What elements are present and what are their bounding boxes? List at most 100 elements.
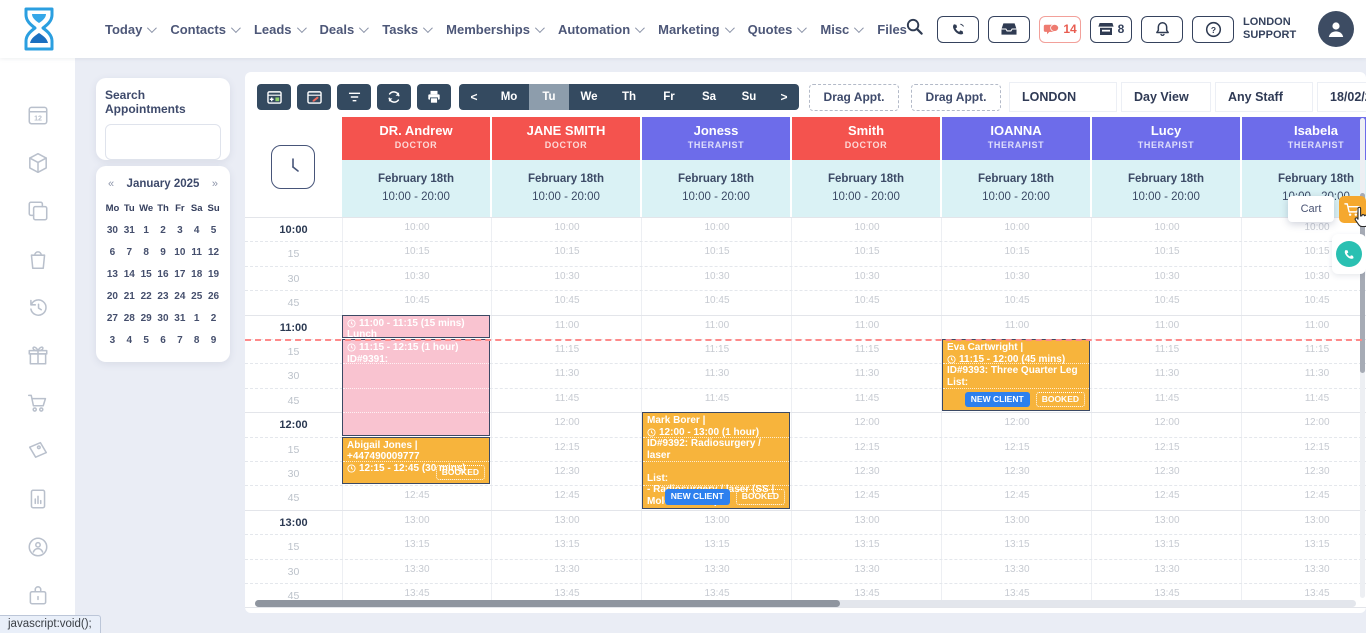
mini-calendar-day[interactable]: 22 [138, 286, 155, 308]
time-slot[interactable]: 13:30 [342, 564, 492, 575]
time-slot[interactable]: 11:30 [1242, 368, 1366, 379]
mini-calendar-day[interactable]: 12 [205, 242, 222, 264]
inbox-button[interactable] [988, 16, 1030, 43]
mini-calendar-day[interactable]: 19 [205, 264, 222, 286]
mini-calendar-day[interactable]: 14 [121, 264, 138, 286]
time-slot[interactable]: 12:45 [942, 490, 1092, 501]
mini-calendar-day[interactable]: 25 [188, 286, 205, 308]
time-slot[interactable]: 12:00 [1242, 417, 1366, 428]
nav-item-files[interactable]: Files [877, 22, 907, 37]
day-tab-mo[interactable]: Mo [489, 84, 529, 110]
mini-calendar-next[interactable]: » [212, 178, 218, 190]
mini-calendar-day[interactable]: 16 [155, 264, 172, 286]
mini-calendar-day[interactable]: 2 [205, 308, 222, 330]
nav-item-automation[interactable]: Automation [558, 22, 642, 37]
time-slot[interactable]: 13:30 [1092, 564, 1242, 575]
time-slot[interactable]: 13:00 [492, 515, 642, 526]
mini-calendar-day[interactable]: 28 [121, 308, 138, 330]
time-slot[interactable]: 12:30 [1092, 466, 1242, 477]
time-slot[interactable]: 10:15 [492, 246, 642, 257]
time-slot[interactable]: 13:00 [792, 515, 942, 526]
time-slot[interactable]: 13:30 [942, 564, 1092, 575]
time-slot[interactable]: 12:45 [342, 490, 492, 501]
time-slot[interactable]: 11:30 [492, 368, 642, 379]
time-slot[interactable]: 12:45 [792, 490, 942, 501]
time-slot[interactable]: 10:15 [942, 246, 1092, 257]
time-slot[interactable]: 10:45 [642, 295, 792, 306]
time-slot[interactable]: 13:30 [642, 564, 792, 575]
time-slot[interactable]: 13:45 [342, 588, 492, 599]
briefcase-lock-icon[interactable] [26, 583, 50, 607]
print-button[interactable] [417, 84, 451, 110]
time-slot[interactable]: 11:45 [642, 393, 792, 404]
time-slot[interactable]: 10:30 [1092, 271, 1242, 282]
staff-column-header[interactable]: IsabelaTHERAPIST [1242, 117, 1366, 160]
edit-calendar-button[interactable] [297, 84, 331, 110]
time-slot[interactable]: 13:15 [492, 539, 642, 550]
time-slot[interactable]: 13:15 [792, 539, 942, 550]
mini-calendar-day[interactable]: 8 [188, 330, 205, 352]
time-slot[interactable]: 10:45 [942, 295, 1092, 306]
phone-button[interactable] [937, 16, 979, 43]
staff-column-header[interactable]: JANE SMITHDOCTOR [492, 117, 640, 160]
call-button[interactable] [1336, 241, 1362, 267]
mini-calendar-day[interactable]: 6 [155, 330, 172, 352]
time-slot[interactable]: 10:45 [492, 295, 642, 306]
time-slot[interactable]: 12:45 [492, 490, 642, 501]
time-slot[interactable]: 11:15 [492, 344, 642, 355]
time-slot[interactable]: 12:30 [492, 466, 642, 477]
nav-item-tasks[interactable]: Tasks [382, 22, 430, 37]
mini-calendar-day[interactable]: 21 [121, 286, 138, 308]
mini-calendar-day[interactable]: 20 [104, 286, 121, 308]
time-slot[interactable]: 10:15 [1092, 246, 1242, 257]
mini-calendar-day[interactable]: 24 [171, 286, 188, 308]
nav-item-memberships[interactable]: Memberships [446, 22, 542, 37]
time-slot[interactable]: 12:30 [792, 466, 942, 477]
mini-calendar-day[interactable]: 27 [104, 308, 121, 330]
time-slot[interactable]: 10:30 [492, 271, 642, 282]
nav-item-today[interactable]: Today [105, 22, 154, 37]
cart-button[interactable] [1339, 196, 1366, 223]
time-slot[interactable]: 11:00 [1242, 320, 1366, 331]
search-appointments-input[interactable] [105, 124, 221, 160]
calendar-date-icon[interactable]: 12 [26, 103, 50, 127]
time-slot[interactable]: 12:15 [792, 442, 942, 453]
time-slot[interactable]: 10:30 [642, 271, 792, 282]
time-slot[interactable]: 13:45 [942, 588, 1092, 599]
time-slot[interactable]: 10:15 [792, 246, 942, 257]
time-slot[interactable]: 10:00 [642, 222, 792, 233]
time-slot[interactable]: 13:45 [1242, 588, 1366, 599]
staff-column-header[interactable]: JonessTHERAPIST [642, 117, 790, 160]
refresh-button[interactable] [377, 84, 411, 110]
tags-icon[interactable] [26, 439, 50, 463]
nav-item-misc[interactable]: Misc [820, 22, 861, 37]
time-slot[interactable]: 11:15 [1242, 344, 1366, 355]
day-tab-sa[interactable]: Sa [689, 84, 729, 110]
time-slot[interactable]: 11:00 [492, 320, 642, 331]
time-slot[interactable]: 11:30 [642, 368, 792, 379]
day-tab-tu[interactable]: Tu [529, 84, 569, 110]
time-slot[interactable]: 13:45 [642, 588, 792, 599]
time-slot[interactable]: 13:45 [792, 588, 942, 599]
time-slot[interactable]: 10:00 [1242, 222, 1366, 233]
appointment[interactable]: 11:15 - 12:15 (1 hour)ID#9391: [342, 339, 490, 436]
day-tab-we[interactable]: We [569, 84, 609, 110]
mini-calendar-day[interactable]: 5 [205, 220, 222, 242]
mini-calendar-day[interactable]: 29 [138, 308, 155, 330]
mini-calendar-day[interactable]: 1 [188, 308, 205, 330]
time-slot[interactable]: 10:30 [942, 271, 1092, 282]
nav-item-quotes[interactable]: Quotes [748, 22, 805, 37]
time-slot[interactable]: 11:45 [792, 393, 942, 404]
time-slot[interactable]: 11:15 [642, 344, 792, 355]
time-slot[interactable]: 12:30 [1242, 466, 1366, 477]
time-slot[interactable]: 13:15 [1242, 539, 1366, 550]
time-slot[interactable]: 13:45 [1092, 588, 1242, 599]
appointment[interactable]: Eva Cartwright |11:15 - 12:00 (45 mins)I… [942, 339, 1090, 411]
mini-calendar-day[interactable]: 4 [188, 220, 205, 242]
time-slot[interactable]: 13:00 [1092, 515, 1242, 526]
staff-column-header[interactable]: DR. AndrewDOCTOR [342, 117, 490, 160]
nav-item-leads[interactable]: Leads [254, 22, 304, 37]
time-slot[interactable]: 12:15 [942, 442, 1092, 453]
mini-calendar-day[interactable]: 31 [121, 220, 138, 242]
time-slot[interactable]: 11:00 [792, 320, 942, 331]
